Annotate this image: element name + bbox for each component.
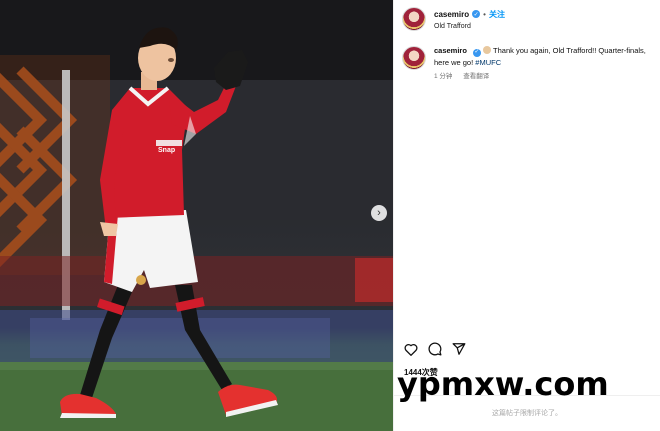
follow-button[interactable]: 关注 — [489, 9, 505, 20]
post-actions — [404, 342, 466, 356]
caption-username-link[interactable]: casemiro — [434, 46, 467, 55]
heart-icon[interactable] — [404, 343, 418, 356]
verified-badge-icon: ✓ — [472, 48, 481, 57]
comments-disabled-notice: 这篇帖子限制评论了。 — [492, 410, 562, 417]
verified-badge-icon: ✓ — [472, 10, 481, 18]
football-player-photo: Snap — [0, 0, 393, 431]
username-line: casemiro ✓ • 关注 — [434, 9, 505, 20]
location-link[interactable]: Old Trafford — [434, 23, 505, 30]
username-link[interactable]: casemiro — [434, 10, 469, 19]
see-translation-button[interactable]: 查看翻译 — [463, 73, 489, 80]
emoji-icon — [483, 46, 492, 54]
avatar[interactable] — [402, 7, 426, 31]
post-header-meta: casemiro ✓ • 关注 Old Trafford — [434, 9, 505, 30]
post-timestamp[interactable]: 1 分钟 — [434, 73, 452, 80]
caption-avatar[interactable] — [402, 46, 426, 70]
separator-dot: • — [483, 9, 486, 19]
caption-meta: 1 分钟 查看翻译 — [434, 71, 654, 82]
hashtag-link[interactable]: #MUFC — [475, 58, 501, 67]
caption-body: casemiro ✓ Thank you again, Old Trafford!… — [434, 45, 654, 82]
post-caption: casemiro ✓ Thank you again, Old Trafford!… — [402, 45, 654, 82]
post-header: casemiro ✓ • 关注 Old Trafford — [402, 7, 505, 31]
site-watermark: ypmxw.com — [397, 365, 609, 403]
chevron-right-icon: › — [377, 206, 381, 219]
post-photo: Snap › — [0, 0, 393, 431]
share-icon[interactable] — [452, 342, 466, 356]
svg-text:Snap: Snap — [158, 147, 175, 154]
comment-icon[interactable] — [428, 342, 442, 356]
next-image-button[interactable]: › — [371, 205, 387, 221]
